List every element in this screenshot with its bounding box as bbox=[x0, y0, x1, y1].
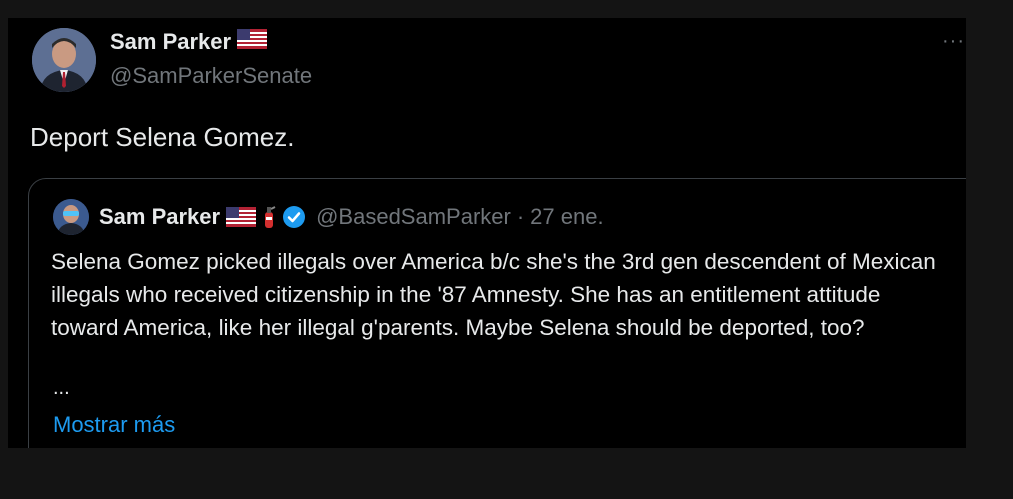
quoted-author-avatar[interactable] bbox=[53, 199, 89, 235]
quoted-date[interactable]: 27 ene. bbox=[530, 203, 603, 231]
quoted-text: Selena Gomez picked illegals over Americ… bbox=[51, 249, 936, 340]
quoted-ellipsis: ... bbox=[53, 377, 70, 399]
us-flag-icon bbox=[226, 207, 257, 227]
quoted-avatar-photo bbox=[53, 199, 89, 235]
quoted-author-name[interactable]: Sam Parker bbox=[99, 203, 220, 231]
quoted-tweet[interactable]: Sam Parker @BasedSamParker · 27 ene. Sel… bbox=[28, 178, 966, 448]
author-handle[interactable]: @SamParkerSenate bbox=[110, 62, 312, 90]
separator-dot: · bbox=[516, 204, 525, 229]
show-more-link[interactable]: Mostrar más bbox=[53, 411, 175, 439]
author-name[interactable]: Sam Parker bbox=[110, 28, 231, 56]
quoted-author-handle[interactable]: @BasedSamParker bbox=[316, 203, 511, 231]
author-name-row[interactable]: Sam Parker bbox=[110, 28, 268, 56]
tweet-card: Sam Parker @SamParkerSenate ··· Deport S… bbox=[8, 18, 966, 448]
quoted-header: Sam Parker @BasedSamParker · 27 ene. bbox=[99, 203, 604, 231]
author-avatar[interactable] bbox=[32, 28, 96, 92]
us-flag-icon bbox=[237, 28, 268, 56]
fire-extinguisher-icon bbox=[262, 205, 276, 229]
avatar-photo bbox=[32, 28, 96, 92]
verified-badge-icon bbox=[282, 205, 306, 229]
tweet-text: Deport Selena Gomez. bbox=[30, 122, 295, 152]
more-dots-icon[interactable]: ··· bbox=[942, 30, 965, 53]
